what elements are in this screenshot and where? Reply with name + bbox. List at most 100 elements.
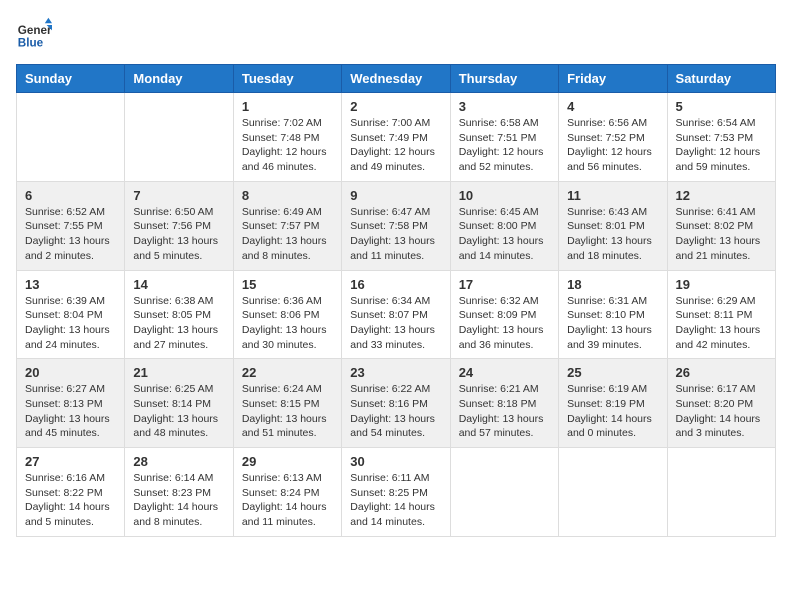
day-info: Sunrise: 6:36 AM Sunset: 8:06 PM Dayligh…: [242, 294, 333, 353]
calendar-cell: [559, 448, 667, 537]
svg-text:Blue: Blue: [18, 37, 44, 50]
calendar-cell: 25Sunrise: 6:19 AM Sunset: 8:19 PM Dayli…: [559, 359, 667, 448]
calendar-cell: 1Sunrise: 7:02 AM Sunset: 7:48 PM Daylig…: [233, 93, 341, 182]
day-info: Sunrise: 7:00 AM Sunset: 7:49 PM Dayligh…: [350, 116, 441, 175]
calendar-cell: 9 Sunrise: 6:47 AM Sunset: 7:58 PM Daylig…: [342, 181, 450, 270]
day-number: 9: [350, 188, 441, 203]
day-number: 2: [350, 99, 441, 114]
day-number: 21: [133, 365, 224, 380]
calendar-cell: 12 Sunrise: 6:41 AM Sunset: 8:02 PM Dayli…: [667, 181, 775, 270]
calendar-cell: 4Sunrise: 6:56 AM Sunset: 7:52 PM Daylig…: [559, 93, 667, 182]
day-info: Sunrise: 6:17 AM Sunset: 8:20 PM Dayligh…: [676, 382, 767, 441]
calendar-cell: 28 Sunrise: 6:14 AM Sunset: 8:23 PM Dayli…: [125, 448, 233, 537]
day-info: Sunrise: 6:22 AM Sunset: 8:16 PM Dayligh…: [350, 382, 441, 441]
calendar-cell: 2 Sunrise: 7:00 AM Sunset: 7:49 PM Daylig…: [342, 93, 450, 182]
day-number: 12: [676, 188, 767, 203]
day-info: Sunrise: 6:45 AM Sunset: 8:00 PM Dayligh…: [459, 205, 550, 264]
calendar-cell: 30 Sunrise: 6:11 AM Sunset: 8:25 PM Dayli…: [342, 448, 450, 537]
day-number: 14: [133, 277, 224, 292]
day-number: 19: [676, 277, 767, 292]
day-info: Sunrise: 6:24 AM Sunset: 8:15 PM Dayligh…: [242, 382, 333, 441]
day-info: Sunrise: 6:31 AM Sunset: 8:10 PM Dayligh…: [567, 294, 658, 353]
day-info: Sunrise: 6:52 AM Sunset: 7:55 PM Dayligh…: [25, 205, 116, 264]
day-number: 15: [242, 277, 333, 292]
day-info: Sunrise: 6:38 AM Sunset: 8:05 PM Dayligh…: [133, 294, 224, 353]
calendar-cell: [450, 448, 558, 537]
day-info: Sunrise: 6:27 AM Sunset: 8:13 PM Dayligh…: [25, 382, 116, 441]
calendar-cell: 5 Sunrise: 6:54 AM Sunset: 7:53 PM Daylig…: [667, 93, 775, 182]
day-number: 26: [676, 365, 767, 380]
day-number: 18: [567, 277, 658, 292]
calendar-cell: 13Sunrise: 6:39 AM Sunset: 8:04 PM Dayli…: [17, 270, 125, 359]
calendar-cell: 27 Sunrise: 6:16 AM Sunset: 8:22 PM Dayli…: [17, 448, 125, 537]
day-info: Sunrise: 6:49 AM Sunset: 7:57 PM Dayligh…: [242, 205, 333, 264]
day-number: 22: [242, 365, 333, 380]
svg-text:General: General: [18, 24, 52, 37]
day-header-saturday: Saturday: [667, 65, 775, 93]
day-number: 3: [459, 99, 550, 114]
day-number: 7: [133, 188, 224, 203]
calendar-cell: 16 Sunrise: 6:34 AM Sunset: 8:07 PM Dayli…: [342, 270, 450, 359]
day-info: Sunrise: 6:58 AM Sunset: 7:51 PM Dayligh…: [459, 116, 550, 175]
calendar-cell: 26 Sunrise: 6:17 AM Sunset: 8:20 PM Dayli…: [667, 359, 775, 448]
calendar-cell: 10 Sunrise: 6:45 AM Sunset: 8:00 PM Dayli…: [450, 181, 558, 270]
day-number: 25: [567, 365, 658, 380]
calendar-table: SundayMondayTuesdayWednesdayThursdayFrid…: [16, 64, 776, 537]
day-number: 24: [459, 365, 550, 380]
calendar-cell: 19 Sunrise: 6:29 AM Sunset: 8:11 PM Dayli…: [667, 270, 775, 359]
day-info: Sunrise: 6:54 AM Sunset: 7:53 PM Dayligh…: [676, 116, 767, 175]
day-info: Sunrise: 6:29 AM Sunset: 8:11 PM Dayligh…: [676, 294, 767, 353]
day-number: 5: [676, 99, 767, 114]
day-header-sunday: Sunday: [17, 65, 125, 93]
calendar-cell: 17Sunrise: 6:32 AM Sunset: 8:09 PM Dayli…: [450, 270, 558, 359]
calendar-cell: 23Sunrise: 6:22 AM Sunset: 8:16 PM Dayli…: [342, 359, 450, 448]
calendar-cell: 24 Sunrise: 6:21 AM Sunset: 8:18 PM Dayli…: [450, 359, 558, 448]
day-number: 30: [350, 454, 441, 469]
day-number: 10: [459, 188, 550, 203]
day-info: Sunrise: 6:32 AM Sunset: 8:09 PM Dayligh…: [459, 294, 550, 353]
calendar-cell: 20 Sunrise: 6:27 AM Sunset: 8:13 PM Dayli…: [17, 359, 125, 448]
calendar-cell: 7Sunrise: 6:50 AM Sunset: 7:56 PM Daylig…: [125, 181, 233, 270]
calendar-week-1: 1Sunrise: 7:02 AM Sunset: 7:48 PM Daylig…: [17, 93, 776, 182]
logo-icon: General Blue: [16, 16, 52, 52]
day-header-tuesday: Tuesday: [233, 65, 341, 93]
day-info: Sunrise: 6:25 AM Sunset: 8:14 PM Dayligh…: [133, 382, 224, 441]
calendar-cell: [17, 93, 125, 182]
day-number: 1: [242, 99, 333, 114]
day-info: Sunrise: 6:11 AM Sunset: 8:25 PM Dayligh…: [350, 471, 441, 530]
day-header-wednesday: Wednesday: [342, 65, 450, 93]
day-number: 13: [25, 277, 116, 292]
day-info: Sunrise: 6:13 AM Sunset: 8:24 PM Dayligh…: [242, 471, 333, 530]
calendar-cell: 6Sunrise: 6:52 AM Sunset: 7:55 PM Daylig…: [17, 181, 125, 270]
calendar-week-3: 13Sunrise: 6:39 AM Sunset: 8:04 PM Dayli…: [17, 270, 776, 359]
day-info: Sunrise: 6:41 AM Sunset: 8:02 PM Dayligh…: [676, 205, 767, 264]
calendar-header-row: SundayMondayTuesdayWednesdayThursdayFrid…: [17, 65, 776, 93]
day-info: Sunrise: 6:21 AM Sunset: 8:18 PM Dayligh…: [459, 382, 550, 441]
logo: General Blue: [16, 16, 56, 52]
calendar-cell: 8 Sunrise: 6:49 AM Sunset: 7:57 PM Daylig…: [233, 181, 341, 270]
day-header-thursday: Thursday: [450, 65, 558, 93]
day-number: 29: [242, 454, 333, 469]
day-number: 28: [133, 454, 224, 469]
calendar-cell: 18 Sunrise: 6:31 AM Sunset: 8:10 PM Dayli…: [559, 270, 667, 359]
calendar-cell: 11Sunrise: 6:43 AM Sunset: 8:01 PM Dayli…: [559, 181, 667, 270]
day-number: 27: [25, 454, 116, 469]
day-number: 8: [242, 188, 333, 203]
day-info: Sunrise: 6:47 AM Sunset: 7:58 PM Dayligh…: [350, 205, 441, 264]
day-info: Sunrise: 6:14 AM Sunset: 8:23 PM Dayligh…: [133, 471, 224, 530]
day-number: 16: [350, 277, 441, 292]
day-info: Sunrise: 6:16 AM Sunset: 8:22 PM Dayligh…: [25, 471, 116, 530]
day-info: Sunrise: 6:34 AM Sunset: 8:07 PM Dayligh…: [350, 294, 441, 353]
page-header: General Blue: [16, 16, 776, 52]
calendar-cell: 15 Sunrise: 6:36 AM Sunset: 8:06 PM Dayli…: [233, 270, 341, 359]
calendar-cell: [125, 93, 233, 182]
calendar-cell: [667, 448, 775, 537]
day-number: 11: [567, 188, 658, 203]
calendar-cell: 3 Sunrise: 6:58 AM Sunset: 7:51 PM Daylig…: [450, 93, 558, 182]
day-number: 4: [567, 99, 658, 114]
calendar-cell: 22 Sunrise: 6:24 AM Sunset: 8:15 PM Dayli…: [233, 359, 341, 448]
day-header-monday: Monday: [125, 65, 233, 93]
calendar-week-5: 27 Sunrise: 6:16 AM Sunset: 8:22 PM Dayli…: [17, 448, 776, 537]
calendar-week-2: 6Sunrise: 6:52 AM Sunset: 7:55 PM Daylig…: [17, 181, 776, 270]
day-number: 20: [25, 365, 116, 380]
